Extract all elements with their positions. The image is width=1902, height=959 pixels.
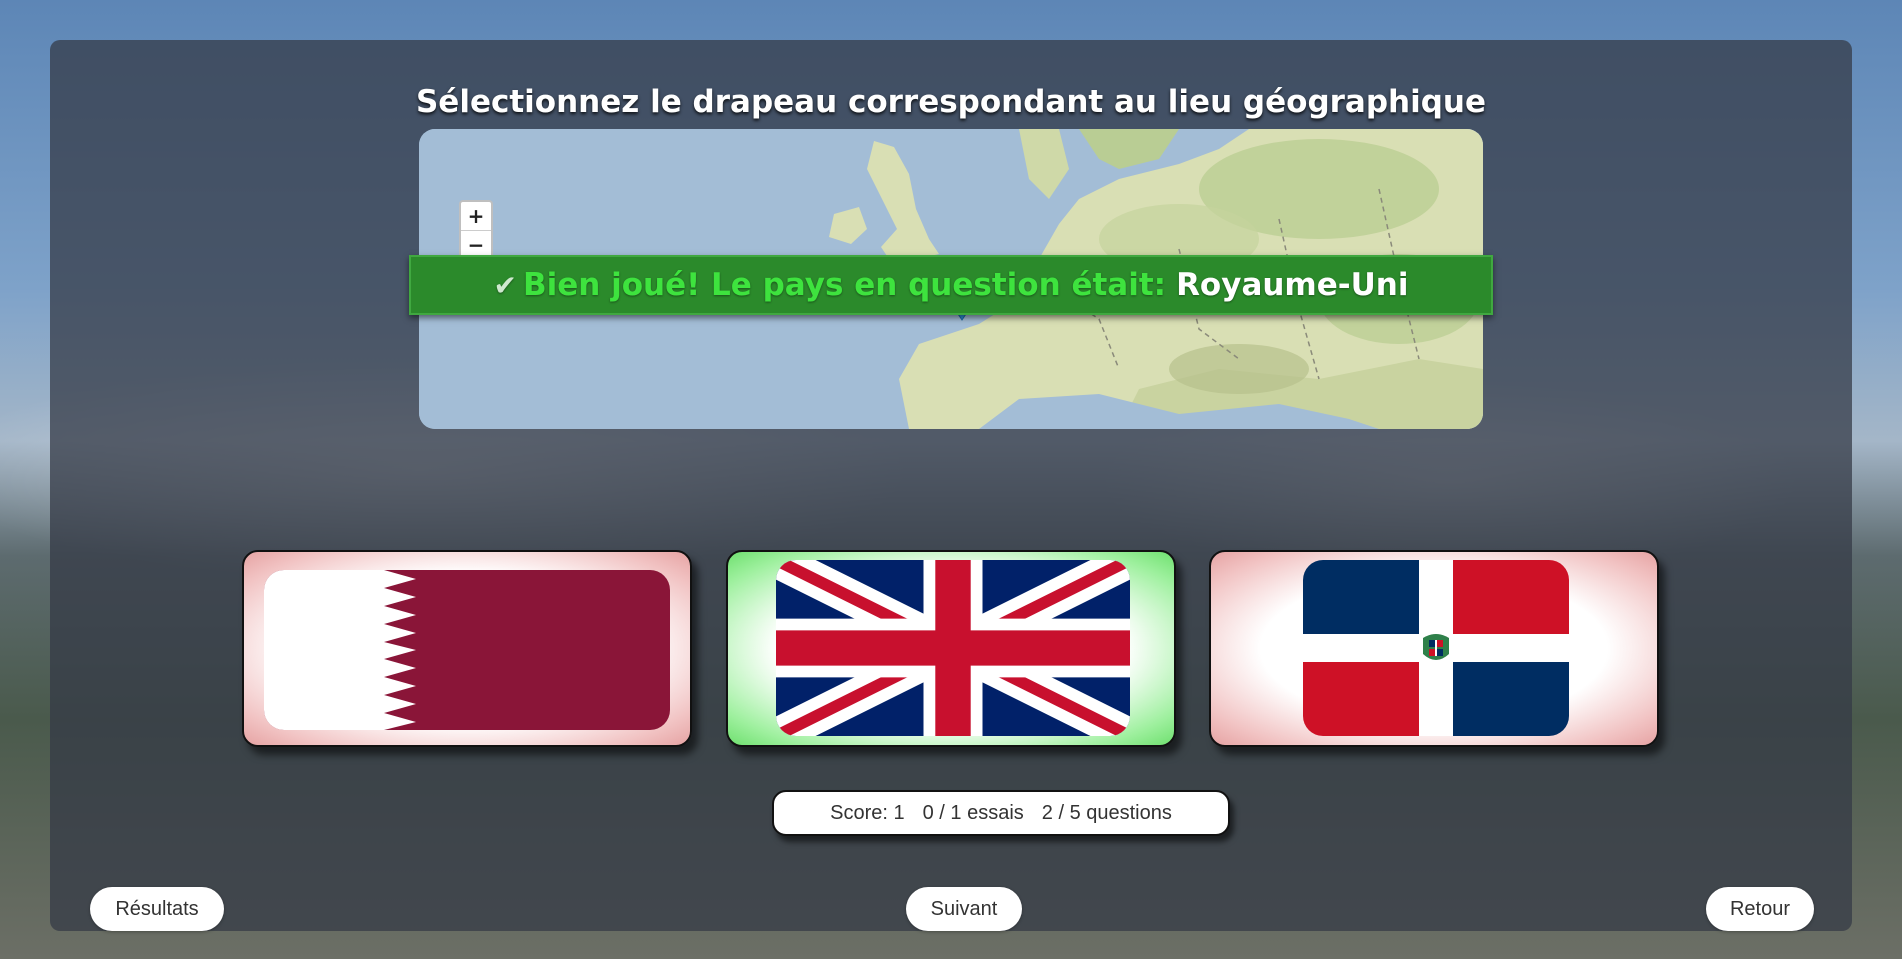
score-display: Score: 1 0 / 1 essais 2 / 5 questions xyxy=(772,790,1230,836)
success-banner: ✔ Bien joué! Le pays en question était: … xyxy=(409,255,1493,315)
quiz-panel: Sélectionnez le drapeau correspondant au… xyxy=(50,40,1852,931)
questions-progress: 2 / 5 questions xyxy=(1041,801,1172,824)
feedback-country: Royaume-Uni xyxy=(1176,267,1409,303)
attempts-value: 0 / 1 essais xyxy=(922,801,1024,824)
results-button[interactable]: Résultats xyxy=(90,887,224,931)
flag-option-dominican-republic[interactable] xyxy=(1209,550,1659,747)
flag-option-united-kingdom[interactable] xyxy=(726,550,1176,747)
qatar-flag-icon xyxy=(264,570,670,730)
page-title: Sélectionnez le drapeau correspondant au… xyxy=(415,84,1487,120)
flag-option-qatar[interactable] xyxy=(242,550,692,747)
next-button[interactable]: Suivant xyxy=(906,887,1022,931)
dominican-republic-flag-icon xyxy=(1303,560,1569,736)
check-icon: ✔ xyxy=(493,268,517,302)
zoom-control: + − xyxy=(459,200,493,261)
feedback-message: Bien joué! Le pays en question était: xyxy=(522,267,1167,303)
back-button[interactable]: Retour xyxy=(1706,887,1814,931)
score-value: Score: 1 xyxy=(830,801,905,824)
uk-flag-icon xyxy=(776,560,1130,736)
zoom-in-button[interactable]: + xyxy=(461,202,491,230)
coat-of-arms xyxy=(1423,634,1449,660)
